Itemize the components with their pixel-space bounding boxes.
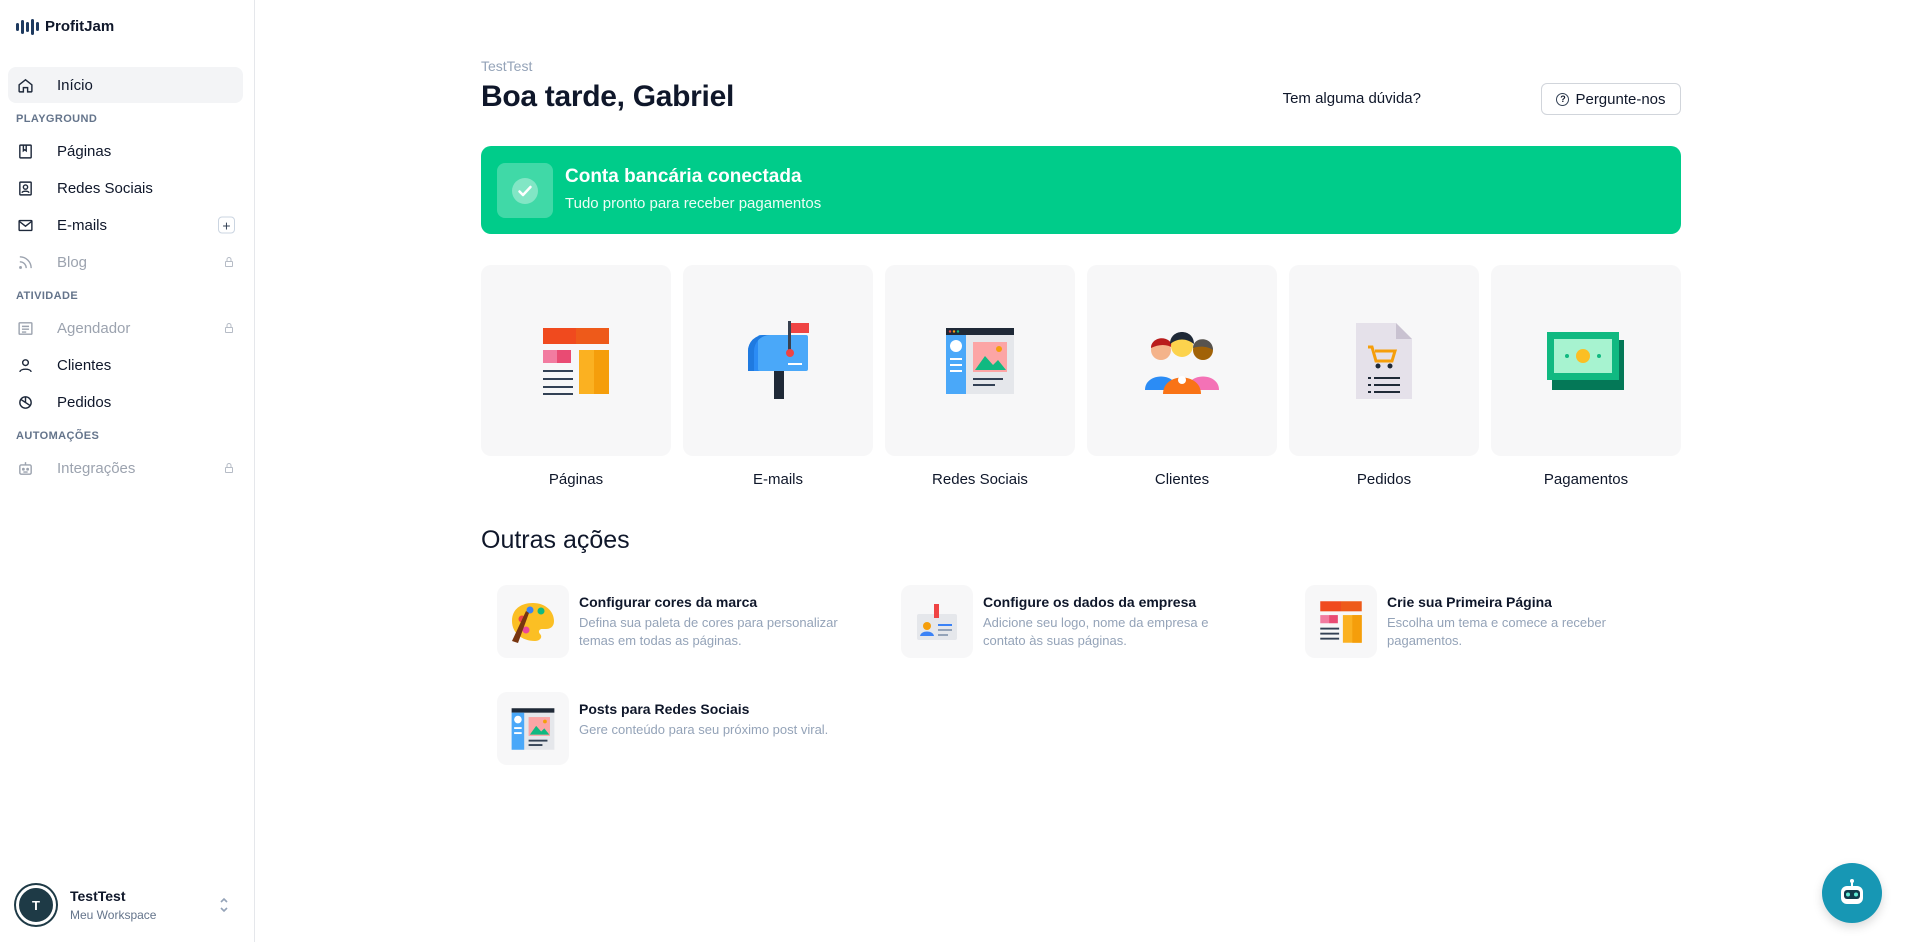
id-card-icon [917, 603, 957, 640]
book-icon [16, 142, 34, 160]
palette-icon [512, 602, 554, 643]
workspace-name: TestTest [481, 58, 533, 74]
banner-title: Conta bancária conectada [565, 166, 802, 187]
rss-icon [16, 253, 34, 271]
action-first-page[interactable]: Crie sua Primeira Página Escolha um tema… [1305, 585, 1685, 659]
sidebar: ProfitJam Início PLAYGROUND Páginas Rede… [0, 0, 255, 942]
logo-bars-icon [16, 18, 39, 35]
tile-pagamentos[interactable]: Pagamentos [1491, 265, 1681, 488]
tile-label: Pedidos [1356, 471, 1412, 488]
tile-emails[interactable]: E-mails [683, 265, 873, 488]
sidebar-item-label: Início [57, 76, 93, 94]
help-icon: ? [1556, 92, 1570, 106]
tile-label: E-mails [752, 471, 803, 488]
lock-icon [223, 462, 235, 474]
tile-pedidos[interactable]: Pedidos [1289, 265, 1479, 488]
chatbot-button[interactable] [1822, 863, 1882, 923]
section-label-atividade: ATIVIDADE [16, 290, 79, 302]
sidebar-item-label: Agendador [57, 319, 131, 337]
action-social-posts[interactable]: Posts para Redes Sociais Gere conteúdo p… [497, 692, 877, 766]
sidebar-item-label: Blog [57, 253, 88, 271]
page-title: Boa tarde, Gabriel [481, 80, 735, 113]
ask-us-button[interactable]: ? Pergunte-nos [1541, 83, 1681, 115]
user-switcher[interactable]: T TestTest Meu Workspace [16, 884, 238, 926]
section-label-automacoes: AUTOMAÇÕES [16, 430, 100, 442]
list-icon [16, 319, 34, 337]
action-title: Configurar cores da marca [579, 594, 758, 610]
robot-icon [16, 459, 34, 477]
box-icon [16, 393, 34, 411]
contact-card-icon [16, 179, 34, 197]
mail-icon [16, 216, 34, 234]
sidebar-item-paginas[interactable]: Páginas [8, 133, 243, 169]
people-group-icon [1145, 331, 1219, 394]
page-layout-icon [1320, 600, 1362, 643]
brand-name: ProfitJam [45, 18, 115, 35]
tile-paginas[interactable]: Páginas [481, 265, 671, 488]
money-bills-icon [1547, 331, 1624, 390]
lock-icon [223, 322, 235, 334]
check-icon [497, 163, 553, 218]
section-label-playground: PLAYGROUND [16, 113, 98, 125]
sidebar-item-label: Redes Sociais [57, 179, 153, 197]
robot-icon [1841, 879, 1863, 904]
sidebar-item-label: E-mails [57, 216, 108, 234]
sidebar-item-label: Páginas [57, 142, 112, 160]
home-icon [16, 76, 34, 94]
tile-label: Redes Sociais [932, 471, 1028, 488]
action-description: Gere conteúdo para seu próximo post vira… [579, 722, 829, 737]
social-post-icon [946, 327, 1014, 394]
user-name: TestTest [70, 888, 126, 904]
user-workspace: Meu Workspace [70, 908, 157, 922]
other-actions-title: Outras ações [481, 526, 630, 554]
action-brand-colors[interactable]: Configurar cores da marca Defina sua pal… [497, 585, 877, 659]
order-document-icon [1356, 322, 1412, 399]
sidebar-item-inicio[interactable]: Início [8, 67, 243, 103]
tile-clientes[interactable]: Clientes [1087, 265, 1277, 488]
quick-tiles: Páginas E-mails Redes Sociais Clientes P… [481, 265, 1681, 488]
action-title: Configure os dados da empresa [983, 594, 1197, 610]
action-title: Crie sua Primeira Página [1387, 594, 1552, 610]
avatar: T [16, 885, 56, 925]
action-company-data[interactable]: Configure os dados da empresa Adicione s… [901, 585, 1281, 659]
tile-redes-sociais[interactable]: Redes Sociais [885, 265, 1075, 488]
action-description: Adicione seu logo, nome da empresa e con… [983, 615, 1209, 648]
sidebar-item-label: Clientes [57, 356, 112, 374]
chevron-up-down-icon [218, 896, 230, 919]
sidebar-item-label: Integrações [57, 459, 136, 477]
action-title: Posts para Redes Sociais [579, 701, 750, 717]
sidebar-item-agendador[interactable]: Agendador [8, 310, 243, 346]
bank-connected-banner: Conta bancária conectada Tudo pronto par… [481, 146, 1681, 234]
sidebar-item-pedidos[interactable]: Pedidos [8, 384, 243, 420]
sidebar-item-label: Pedidos [57, 393, 112, 411]
sidebar-item-blog[interactable]: Blog [8, 244, 243, 280]
mailbox-icon [748, 320, 809, 399]
sidebar-item-clientes[interactable]: Clientes [8, 347, 243, 383]
action-description: Escolha um tema e comece a receber pagam… [1387, 615, 1606, 648]
user-icon [16, 356, 34, 374]
tile-label: Pagamentos [1543, 471, 1629, 488]
page-layout-icon [543, 327, 609, 395]
brand-logo[interactable]: ProfitJam [16, 18, 114, 35]
lock-icon [223, 256, 235, 268]
banner-subtitle: Tudo pronto para receber pagamentos [565, 195, 822, 212]
ask-us-label: Pergunte-nos [1575, 90, 1666, 108]
tile-label: Páginas [548, 471, 604, 488]
sidebar-item-integracoes[interactable]: Integrações [8, 450, 243, 486]
sidebar-item-redes-sociais[interactable]: Redes Sociais [8, 170, 243, 206]
action-description: Defina sua paleta de cores para personal… [579, 615, 838, 648]
sidebar-nav: Início PLAYGROUND Páginas Redes Sociais … [8, 67, 243, 487]
add-email-button[interactable]: + [218, 216, 235, 234]
sidebar-item-emails[interactable]: E-mails + [8, 207, 243, 243]
social-post-icon [511, 707, 555, 750]
tile-label: Clientes [1154, 471, 1210, 488]
help-question: Tem alguma dúvida? [1282, 90, 1421, 107]
